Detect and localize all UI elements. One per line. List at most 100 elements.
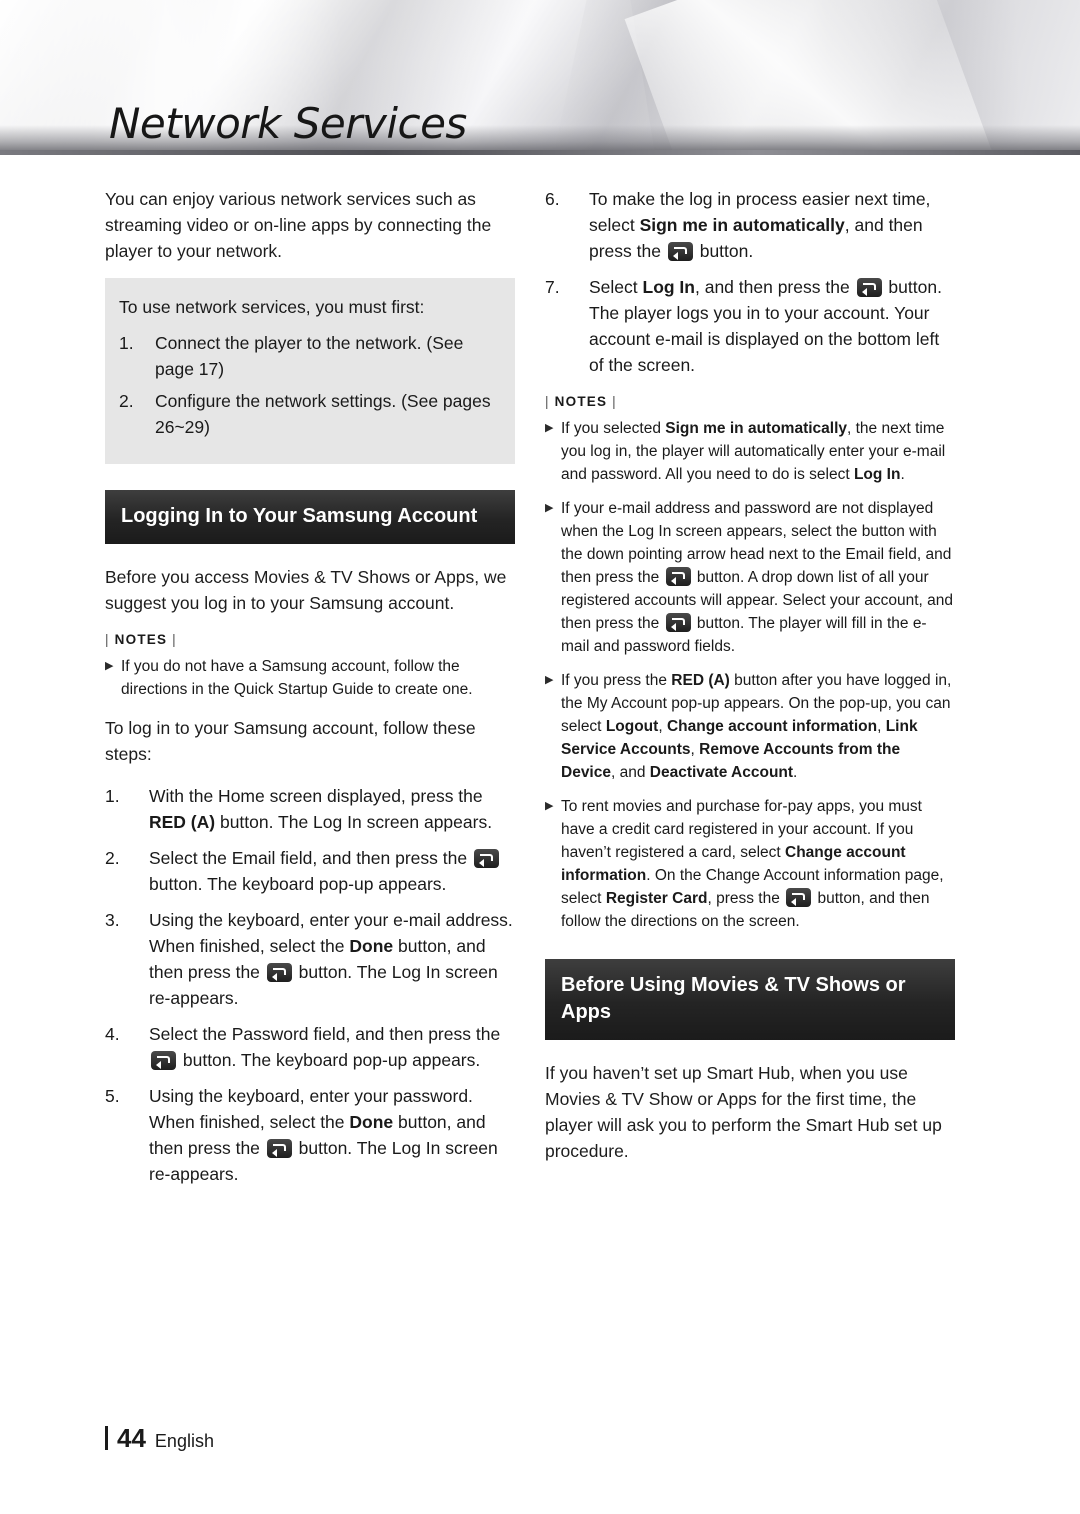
prerequisites-lead: To use network services, you must first:: [119, 297, 425, 317]
step-text: Select Log In, and then press the button…: [589, 274, 955, 378]
notes-label-right: | NOTES |: [545, 394, 955, 409]
enter-button-icon: [856, 278, 882, 297]
page-language: English: [154, 1431, 214, 1451]
step-number: 5.: [105, 1086, 120, 1106]
prerequisites-box: To use network services, you must first:…: [105, 278, 515, 464]
text-run: If you selected: [561, 420, 666, 437]
step-item: 3. Using the keyboard, enter your e-mail …: [105, 907, 515, 1011]
notes-label-text-right: NOTES: [554, 394, 608, 409]
step-item: 6. To make the log in process easier next…: [545, 186, 955, 264]
note-text: To rent movies and purchase for-pay apps…: [561, 795, 955, 933]
login-steps-list: 1. With the Home screen displayed, press …: [105, 783, 515, 1187]
text-run: If you press the: [561, 672, 672, 689]
list-item: 2. Configure the network settings. (See p…: [115, 388, 501, 440]
notes-bar-right: |: [545, 394, 555, 409]
notes-bar-left-2: |: [167, 632, 177, 647]
text-run: ,: [877, 718, 886, 735]
page-footer: 44 English: [105, 1423, 214, 1454]
bullet-triangle-icon: ▶: [545, 674, 554, 686]
list-item-text: Configure the network settings. (See pag…: [155, 391, 491, 437]
step-item: 2. Select the Email field, and then press…: [105, 845, 515, 897]
step-number: 6.: [545, 189, 560, 209]
emphasis-text: Sign me in automatically: [665, 420, 848, 437]
step-text: Select the Email field, and then press t…: [149, 845, 515, 897]
prerequisites-list: 1. Connect the player to the network. (Se…: [115, 330, 501, 440]
step-text: Select the Password field, and then pres…: [149, 1021, 515, 1073]
page-number: 44: [117, 1423, 146, 1453]
emphasis-text: RED (A): [671, 672, 730, 689]
enter-button-icon: [667, 242, 693, 261]
text-run: Select the Password field, and then pres…: [149, 1024, 501, 1044]
notes-label-text-left: NOTES: [114, 632, 168, 647]
text-run: button.: [694, 241, 754, 261]
emphasis-text: Done: [349, 1112, 394, 1132]
step-item: 4. Select the Password field, and then pr…: [105, 1021, 515, 1073]
notes-bar-left: |: [105, 632, 115, 647]
emphasis-text: Log In: [853, 466, 901, 483]
enter-button-icon: [665, 613, 691, 632]
text-run: .: [900, 466, 905, 483]
step-number: 3.: [105, 910, 120, 930]
text-run: With the Home screen displayed, press th…: [149, 786, 483, 806]
enter-button-icon: [786, 888, 812, 907]
text-run: , and: [610, 764, 650, 781]
list-item: 1. Connect the player to the network. (Se…: [115, 330, 501, 382]
text-run: , and then press the: [694, 277, 855, 297]
step-item: 7. Select Log In, and then press the butt…: [545, 274, 955, 378]
enter-button-icon: [151, 1051, 176, 1070]
note-text: If you press the RED (A) button after yo…: [561, 669, 955, 784]
emphasis-text: Deactivate Account: [649, 764, 794, 781]
intro-paragraph: You can enjoy various network services s…: [105, 189, 492, 261]
emphasis-text: Register Card: [605, 890, 708, 907]
section-heading-login: Logging In to Your Samsung Account: [105, 490, 515, 544]
footer-rule: [105, 1426, 108, 1450]
text-run: Select the Email field, and then press t…: [149, 848, 472, 868]
login-steps-list-continued: 6. To make the log in process easier next…: [545, 186, 955, 378]
bullet-triangle-icon: ▶: [545, 502, 554, 514]
enter-button-icon: [473, 849, 499, 868]
notes-list-right: ▶ If you selected Sign me in automaticall…: [545, 417, 955, 933]
note-item: ▶ To rent movies and purchase for-pay app…: [545, 795, 955, 933]
enter-button-icon: [266, 1139, 292, 1158]
list-item-number: 2.: [119, 391, 134, 411]
note-text: If you do not have a Samsung account, fo…: [121, 658, 473, 698]
bullet-triangle-icon: ▶: [545, 800, 554, 812]
note-item: ▶ If your e-mail address and password are…: [545, 497, 955, 658]
step-number: 7.: [545, 277, 560, 297]
before-using-paragraph: If you haven’t set up Smart Hub, when yo…: [545, 1063, 942, 1161]
note-item: ▶ If you press the RED (A) button after y…: [545, 669, 955, 784]
step-text: Using the keyboard, enter your password.…: [149, 1083, 515, 1187]
enter-button-icon: [665, 567, 691, 586]
step-text: Using the keyboard, enter your e-mail ad…: [149, 907, 515, 1011]
section-heading-before-using: Before Using Movies & TV Shows or Apps: [545, 959, 955, 1040]
page-title: Network Services: [109, 99, 467, 148]
emphasis-text: Change account information: [666, 718, 878, 735]
text-run: button. The keyboard pop-up appears.: [149, 874, 447, 894]
list-item-number: 1.: [119, 333, 134, 353]
step-item: 5. Using the keyboard, enter your passwor…: [105, 1083, 515, 1187]
step-number: 4.: [105, 1024, 120, 1044]
text-run: ,: [658, 718, 667, 735]
emphasis-text: Logout: [605, 718, 659, 735]
enter-button-icon: [266, 963, 292, 982]
emphasis-text: Sign me in automatically: [639, 215, 845, 235]
text-run: button. The Log In screen appears.: [215, 812, 493, 832]
header-bottom-rule: [0, 150, 1080, 155]
notes-label-left: | NOTES |: [105, 632, 515, 647]
note-text: If your e-mail address and password are …: [561, 497, 955, 658]
emphasis-text: Done: [349, 936, 394, 956]
note-item: ▶ If you selected Sign me in automaticall…: [545, 417, 955, 486]
text-run: button. The keyboard pop-up appears.: [178, 1050, 481, 1070]
left-column: You can enjoy various network services s…: [105, 186, 515, 1197]
emphasis-text: RED (A): [149, 812, 216, 832]
step-text: To make the log in process easier next t…: [589, 186, 955, 264]
text-run: Select: [589, 277, 643, 297]
login-steps-intro: To log in to your Samsung account, follo…: [105, 718, 476, 764]
list-item-text: Connect the player to the network. (See …: [155, 333, 464, 379]
bullet-triangle-icon: ▶: [105, 660, 114, 672]
notes-bar-right-2: |: [607, 394, 617, 409]
emphasis-text: Log In: [642, 277, 695, 297]
note-item: ▶ If you do not have a Samsung account, f…: [105, 655, 515, 701]
step-number: 2.: [105, 848, 120, 868]
notes-list-left: ▶ If you do not have a Samsung account, f…: [105, 655, 515, 701]
